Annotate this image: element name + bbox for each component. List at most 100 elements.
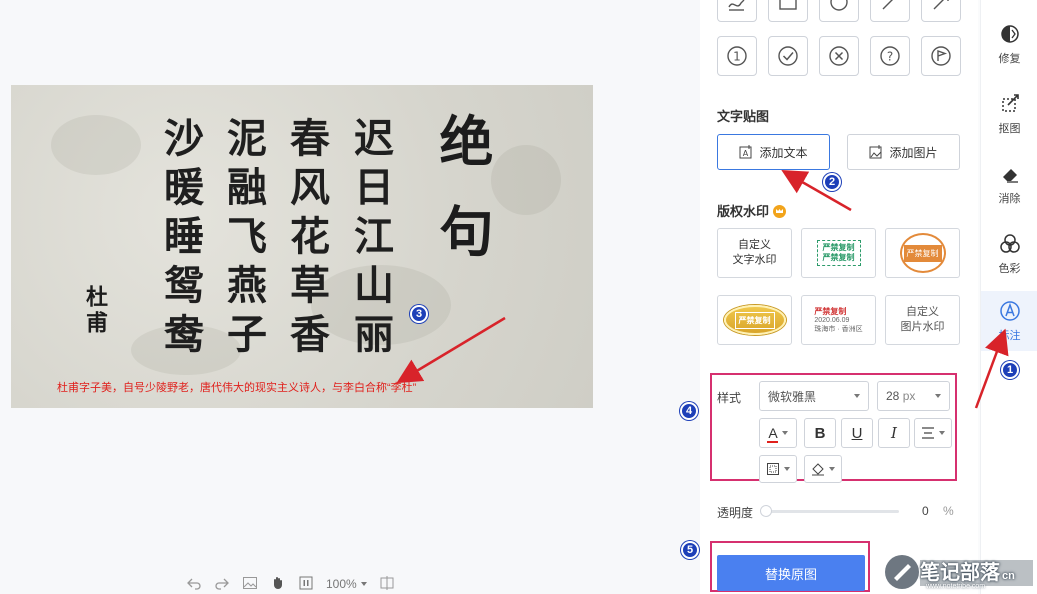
rectangle-button[interactable]	[768, 0, 808, 22]
arrow-icon	[933, 0, 949, 10]
chevron-down-icon	[939, 431, 945, 435]
redo-icon[interactable]	[214, 575, 230, 594]
watermark-orange-seal[interactable]: 严禁复制	[885, 228, 960, 278]
svg-text:?: ?	[887, 50, 893, 64]
vip-crown-icon	[773, 205, 787, 218]
chevron-down-icon	[360, 582, 367, 586]
step-badge-1: 1	[1001, 361, 1019, 379]
font-select[interactable]: 微软雅黑	[759, 381, 869, 411]
location-title: 严禁复制	[814, 306, 847, 316]
gold-oval-text: 严禁复制	[734, 311, 775, 329]
number-marker-button[interactable]: 1	[717, 36, 757, 76]
orange-seal: 严禁复制	[899, 233, 946, 273]
poem-author: 杜甫	[82, 285, 108, 337]
image-icon[interactable]	[242, 575, 258, 594]
add-image-button[interactable]: 添加图片	[847, 134, 960, 170]
poem-column-2: 春风花草香	[283, 117, 330, 362]
add-text-icon: A	[739, 145, 752, 159]
step-badge-2: 2	[823, 173, 841, 191]
question-marker-button[interactable]: ?	[870, 36, 910, 76]
number-one-icon: 1	[727, 46, 747, 66]
zoom-level: 100%	[326, 577, 357, 591]
site-watermark-main: 笔记部落	[920, 562, 1000, 584]
color-icon	[999, 233, 1020, 253]
hand-icon[interactable]	[270, 575, 286, 594]
opacity-label: 透明度	[717, 506, 754, 520]
copyright-watermark-label: 版权水印	[717, 204, 770, 219]
line-button[interactable]	[870, 0, 910, 22]
check-marker-button[interactable]	[768, 36, 808, 76]
repair-icon	[1000, 24, 1019, 43]
step-badge-3: 3	[410, 305, 428, 323]
undo-icon[interactable]	[186, 575, 202, 594]
check-icon	[778, 46, 798, 66]
sidebar-item-cutout[interactable]: 抠图	[981, 84, 1037, 144]
orange-seal-text: 严禁复制	[903, 244, 942, 262]
font-value: 微软雅黑	[768, 389, 817, 404]
italic-icon: I	[891, 424, 897, 442]
opacity-value[interactable]: 0	[922, 504, 929, 518]
edit-panel: 1 ? 文字贴图 A 添加文本 添加图片 版权水印 自定义 文字水印 严禁复制 …	[700, 0, 978, 594]
watermark-custom-text[interactable]: 自定义 文字水印	[717, 228, 792, 278]
replace-original-button[interactable]: 替换原图	[717, 555, 865, 591]
add-text-label: 添加文本	[759, 145, 808, 160]
font-size-value: 28	[886, 389, 900, 403]
draw-pen-button[interactable]	[717, 0, 757, 22]
bold-icon: B	[814, 424, 826, 442]
flag-marker-button[interactable]	[921, 36, 961, 76]
add-image-label: 添加图片	[889, 145, 938, 160]
opacity-slider-handle[interactable]	[760, 505, 772, 517]
location-stamp: 严禁复制 2020.06.09 珠海市 · 香洲区	[814, 307, 862, 334]
border-button[interactable]	[759, 455, 797, 483]
sidebar-item-annotate[interactable]: 标注	[981, 291, 1037, 351]
location-date: 2020.06.09	[814, 316, 850, 324]
poem-image[interactable]: 绝句 迟日江山丽 春风花草香 泥融飞燕子 沙暖睡鸳鸯 杜甫 杜甫字子美，自号少陵…	[11, 85, 593, 408]
compare-icon[interactable]	[379, 575, 395, 594]
annotate-icon	[999, 300, 1020, 321]
chevron-down-icon	[784, 467, 790, 471]
tool-sidebar: 修复 抠图 消除 色彩 标注	[980, 0, 1037, 594]
align-center-icon	[922, 427, 934, 439]
watermark-location[interactable]: 严禁复制 2020.06.09 珠海市 · 香洲区	[801, 295, 876, 345]
poem-column-1: 迟日江山丽	[347, 117, 394, 362]
cross-marker-button[interactable]	[819, 36, 859, 76]
chevron-down-icon	[781, 431, 788, 435]
watermark-gold-oval[interactable]: 严禁复制	[717, 295, 792, 345]
bold-button[interactable]: B	[804, 418, 836, 448]
sidebar-item-repair[interactable]: 修复	[981, 14, 1037, 74]
svg-text:1: 1	[733, 50, 741, 64]
zoom-select[interactable]: 100%	[326, 577, 367, 591]
font-size-select[interactable]: 28 px	[877, 381, 950, 411]
align-button[interactable]	[914, 418, 952, 448]
font-color-button[interactable]: A	[759, 418, 797, 448]
text-sticker-title: 文字贴图	[717, 109, 770, 124]
fill-button[interactable]	[804, 455, 842, 483]
chevron-down-icon	[935, 394, 941, 398]
style-label: 样式	[717, 391, 742, 405]
italic-button[interactable]: I	[878, 418, 910, 448]
green-stamp-line-2: 严禁复制	[822, 253, 855, 262]
step-badge-4: 4	[680, 402, 698, 420]
sidebar-item-color[interactable]: 色彩	[981, 224, 1037, 284]
watermark-custom-image[interactable]: 自定义 图片水印	[885, 295, 960, 345]
sidebar-item-erase[interactable]: 消除	[981, 154, 1037, 214]
add-text-button[interactable]: A 添加文本	[717, 134, 830, 170]
line-icon	[882, 0, 893, 10]
fit-screen-icon[interactable]	[298, 575, 314, 594]
font-size-unit: px	[902, 389, 916, 403]
question-icon: ?	[880, 46, 900, 66]
poem-column-4: 沙暖睡鸳鸯	[157, 117, 204, 362]
location-place: 珠海市 · 香洲区	[814, 325, 863, 333]
watermark-green-stamp[interactable]: 严禁复制 严禁复制	[801, 228, 876, 278]
arrow-button[interactable]	[921, 0, 961, 22]
poem-column-3: 泥融飞燕子	[220, 117, 267, 362]
add-image-icon	[869, 145, 882, 159]
font-color-icon: A	[767, 425, 779, 443]
chevron-down-icon	[854, 394, 860, 398]
eraser-icon	[1002, 168, 1018, 183]
gold-oval-seal: 严禁复制	[723, 305, 786, 335]
opacity-slider-track[interactable]	[763, 510, 899, 513]
underline-button[interactable]: U	[841, 418, 873, 448]
circle-button[interactable]	[819, 0, 859, 22]
caption-text[interactable]: 杜甫字子美，自号少陵野老，唐代伟大的现实主义诗人，与李白合称“李杜”	[57, 379, 416, 395]
